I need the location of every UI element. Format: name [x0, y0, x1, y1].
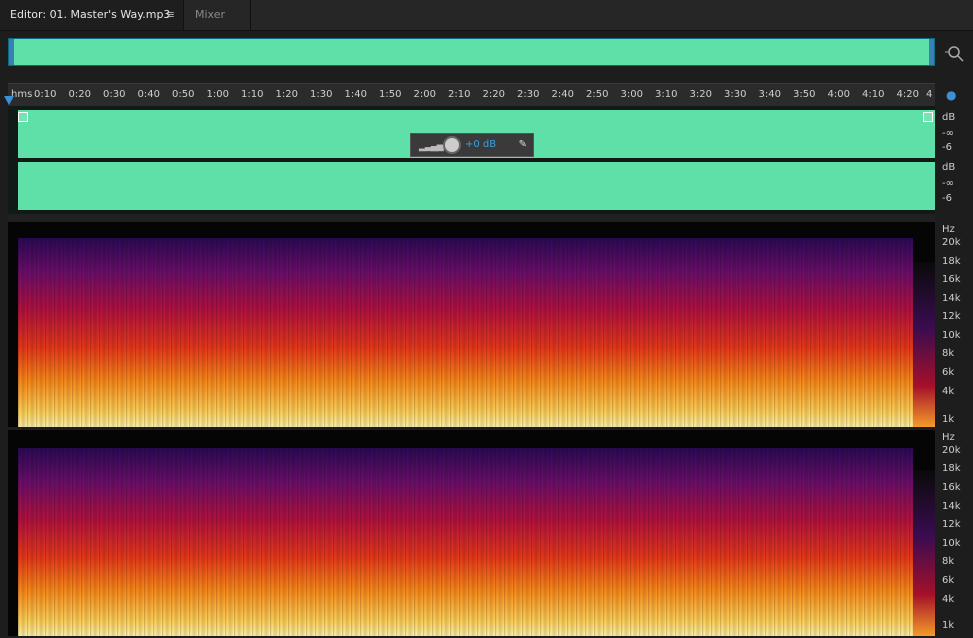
monitor-icon[interactable]: ● — [946, 88, 956, 102]
ruler-tick-label: 2:50 — [586, 89, 609, 100]
tab-editor[interactable]: Editor: 01. Master's Way.mp3 ≡ — [0, 0, 184, 30]
waveform-editor[interactable] — [8, 106, 935, 214]
spectral-display-channel-1[interactable] — [8, 222, 935, 427]
fade-in-handle[interactable] — [18, 112, 28, 122]
ruler-tick-label: 3:40 — [758, 89, 781, 100]
menu-icon[interactable]: ≡ — [166, 0, 175, 30]
hz-label: 1k — [942, 620, 955, 631]
db-label: -∞ — [942, 178, 954, 189]
hz-label: 6k — [942, 575, 955, 586]
hz-label: 12k — [942, 519, 961, 530]
hz-label: 18k — [942, 463, 961, 474]
volume-knob-icon[interactable] — [443, 136, 461, 154]
ruler-tick-label: 4 — [926, 89, 933, 100]
ruler-tick-label: 1:50 — [379, 89, 402, 100]
hz-scale-channel-1: Hz 20k 18k 16k 14k 12k 10k 8k 6k 4k 1k — [938, 222, 973, 427]
ruler-tick-label: 2:20 — [482, 89, 505, 100]
ruler-tick-label: 3:10 — [655, 89, 678, 100]
ruler-tick-label: 1:00 — [206, 89, 229, 100]
panel-divider[interactable] — [8, 214, 935, 222]
db-label: -6 — [942, 193, 952, 204]
level-bars-icon: ▂▃▄▅ — [419, 142, 444, 152]
hz-label: 1k — [942, 414, 955, 425]
ruler-tick-label: 3:00 — [620, 89, 643, 100]
hz-label: 10k — [942, 538, 961, 549]
hz-label: 16k — [942, 274, 961, 285]
hz-label: 16k — [942, 482, 961, 493]
db-label: -6 — [942, 142, 952, 153]
spectrogram — [18, 238, 913, 427]
ruler-tick-label: 0:50 — [172, 89, 195, 100]
spectrogram-tail — [913, 262, 935, 427]
tab-mixer[interactable]: Mixer — [185, 0, 251, 30]
ruler-tick-label: 0:40 — [137, 89, 160, 100]
overview-right-handle[interactable] — [929, 39, 934, 65]
ruler-tick-label: 1:20 — [275, 89, 298, 100]
hz-label: 8k — [942, 348, 955, 359]
overview-waveform[interactable] — [8, 38, 935, 66]
ruler-tick-label: 1:10 — [241, 89, 264, 100]
ruler-tick-label: 4:20 — [896, 89, 919, 100]
overview-left-handle[interactable] — [9, 39, 14, 65]
ruler-tick-label: 2:40 — [551, 89, 574, 100]
hz-label: 4k — [942, 386, 955, 397]
waveform-channel-2[interactable] — [18, 162, 935, 210]
tab-bar: Editor: 01. Master's Way.mp3 ≡ Mixer — [0, 0, 973, 31]
hz-label: 8k — [942, 556, 955, 567]
ruler-tick-label: 2:30 — [517, 89, 540, 100]
ruler-tick-label: 4:00 — [827, 89, 850, 100]
playhead-icon[interactable] — [4, 96, 14, 105]
hz-label: 20k — [942, 445, 961, 456]
zoom-icon[interactable] — [944, 42, 966, 64]
tab-editor-label: Editor: 01. Master's Way.mp3 — [10, 8, 171, 21]
hz-label: 14k — [942, 501, 961, 512]
fade-out-handle[interactable] — [923, 112, 933, 122]
spectrogram-tail — [913, 470, 935, 636]
db-scale-channel-1: dB -∞ -6 — [938, 110, 973, 162]
hz-scale-channel-2: Hz 20k 18k 16k 14k 12k 10k 8k 6k 4k 1k — [938, 430, 973, 636]
ruler-tick-label: 1:30 — [310, 89, 333, 100]
time-ruler[interactable]: hms 0:10 0:20 0:30 0:40 0:50 1:00 1:10 1:20 1:30… — [8, 83, 935, 106]
hz-label: Hz — [942, 432, 955, 443]
hz-label: Hz — [942, 224, 955, 235]
spectral-display-channel-2[interactable] — [8, 430, 935, 636]
volume-value: +0 dB — [465, 139, 497, 150]
hz-label: 10k — [942, 330, 961, 341]
ruler-tick-label: 2:10 — [448, 89, 471, 100]
ruler-tick-label: 0:30 — [103, 89, 126, 100]
tab-mixer-label: Mixer — [195, 8, 226, 21]
ruler-tick-label: 3:30 — [724, 89, 747, 100]
pin-icon[interactable]: ✎ — [519, 139, 527, 150]
hz-label: 4k — [942, 594, 955, 605]
ruler-unit: hms — [11, 89, 33, 100]
ruler-tick-label: 0:20 — [68, 89, 91, 100]
ruler-tick-label: 1:40 — [344, 89, 367, 100]
hz-label: 6k — [942, 367, 955, 378]
volume-hud[interactable]: ▂▃▄▅ +0 dB ✎ — [410, 133, 534, 157]
hz-label: 20k — [942, 237, 961, 248]
hz-label: 12k — [942, 311, 961, 322]
db-scale-channel-2: dB -∞ -6 — [938, 162, 973, 214]
hz-label: 14k — [942, 293, 961, 304]
ruler-tick-label: 3:50 — [793, 89, 816, 100]
db-label: -∞ — [942, 128, 954, 139]
db-label: dB — [942, 162, 956, 173]
ruler-tick-label: 3:20 — [689, 89, 712, 100]
hz-label: 18k — [942, 256, 961, 267]
ruler-tick-label: 2:00 — [413, 89, 436, 100]
ruler-tick-label: 4:10 — [862, 89, 885, 100]
ruler-tick-label: 0:10 — [34, 89, 57, 100]
db-label: dB — [942, 112, 956, 123]
spectrogram — [18, 448, 913, 636]
